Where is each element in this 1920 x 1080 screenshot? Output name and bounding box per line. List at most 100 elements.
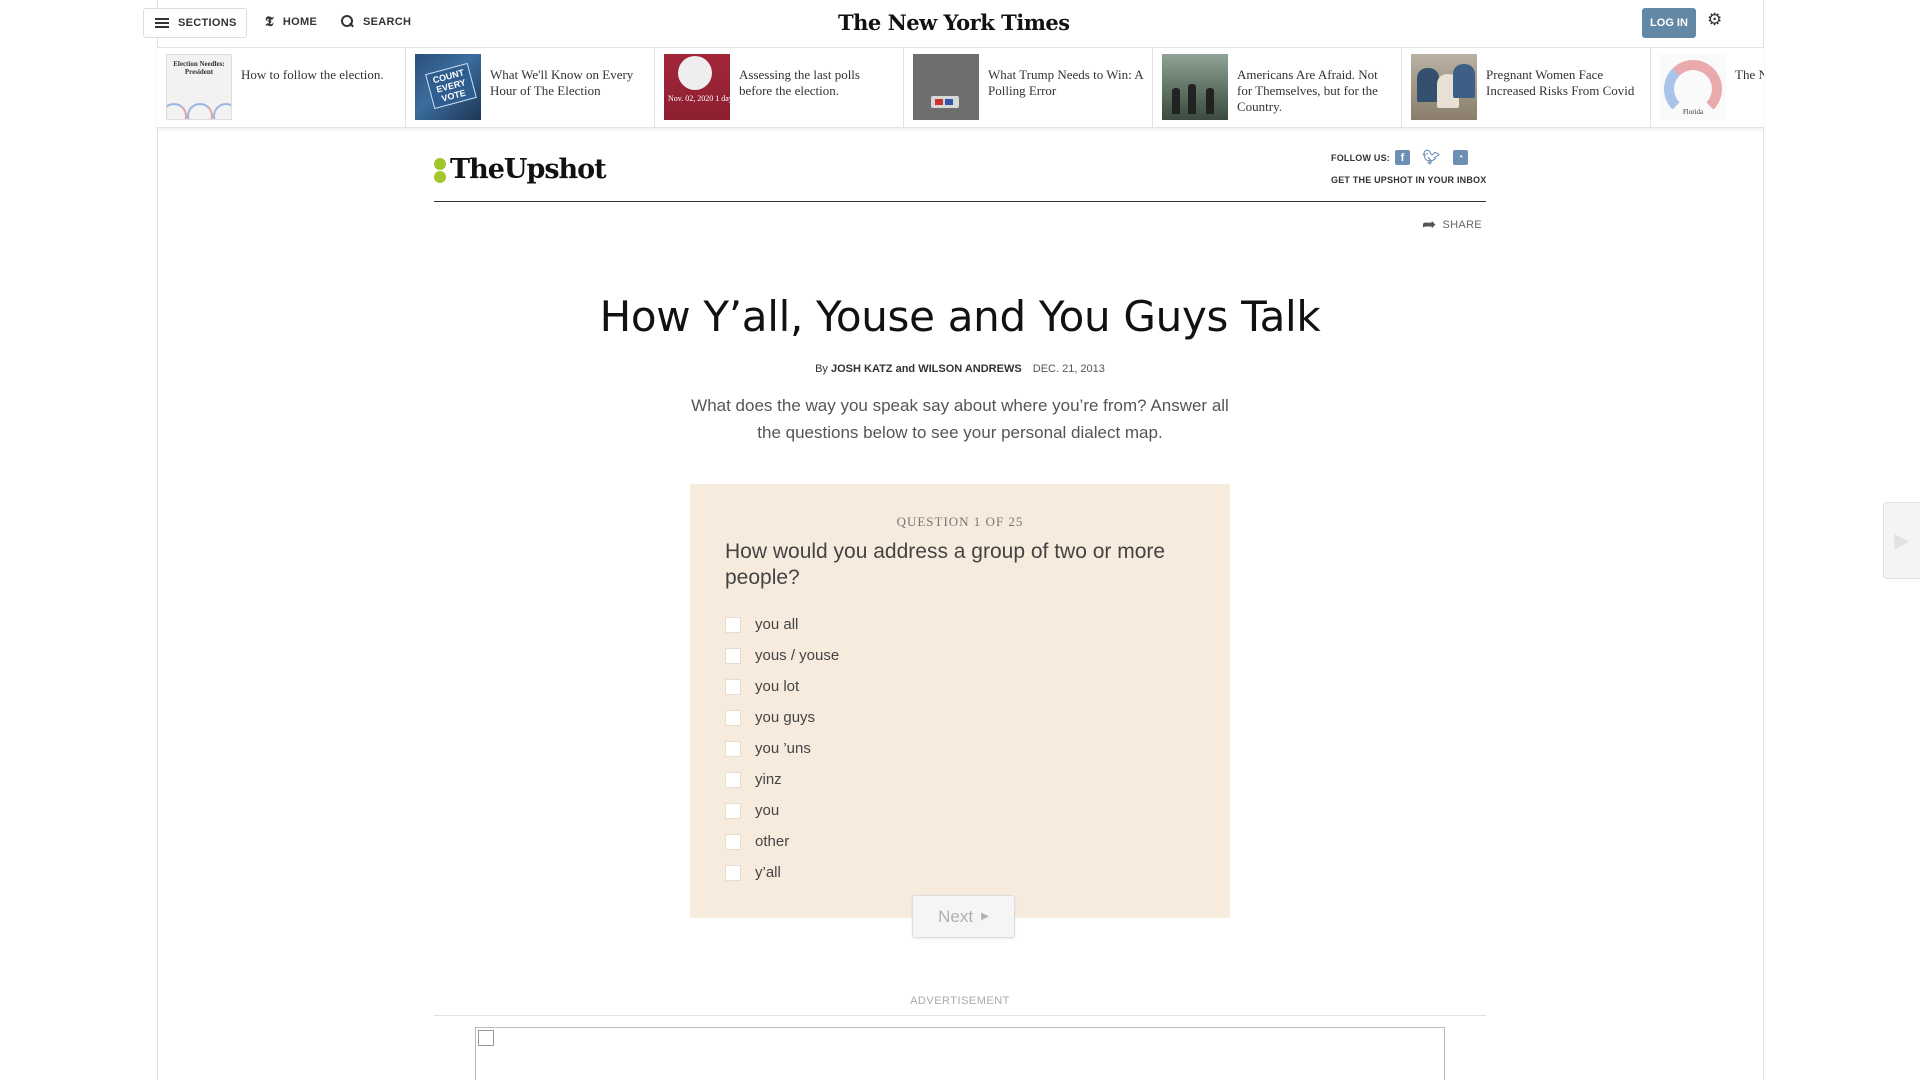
ribbon-headline: The NC E to Ex — [1735, 67, 1764, 82]
ribbon-thumbnail: Nov. 02, 2020 1 day to Election — [664, 54, 730, 120]
rss-icon[interactable]: ◔ — [1453, 150, 1468, 165]
nyt-t-icon: 𝕿 — [265, 14, 274, 30]
checkbox[interactable] — [725, 678, 741, 695]
ribbon-item[interactable]: What Trump Needs to Win: A Polling Error — [904, 48, 1153, 127]
thumbnail-caption: Nov. 02, 2020 1 day to Election — [668, 94, 730, 103]
follow-label: FOLLOW US: — [1331, 152, 1390, 163]
sections-button[interactable]: SECTIONS — [143, 8, 247, 38]
answer-label: you guys — [755, 709, 816, 726]
next-label: Next — [938, 906, 974, 926]
answer-option[interactable]: you ’uns — [725, 733, 839, 764]
next-article-tab[interactable]: ▶ — [1883, 502, 1920, 579]
checkbox[interactable] — [725, 709, 741, 726]
checkbox[interactable] — [725, 771, 741, 788]
twitter-icon[interactable]: 🐦︎ — [1423, 149, 1441, 165]
story-ribbon: Election Needles: President How to follo… — [157, 47, 1764, 128]
answer-option[interactable]: you — [725, 795, 839, 826]
ribbon-item[interactable]: COUNT EVERY VOTE What We'll Know on Ever… — [406, 48, 655, 127]
upshot-wordmark: TheUpshot — [450, 154, 607, 185]
answer-label: you ’uns — [755, 740, 811, 757]
question-text: How would you address a group of two or … — [725, 540, 1166, 589]
newsletter-link[interactable]: GET THE UPSHOT IN YOUR INBOX — [1331, 175, 1486, 185]
search-link[interactable]: SEARCH — [341, 15, 411, 28]
answer-option[interactable]: other — [725, 826, 839, 857]
broken-image-icon — [478, 1030, 494, 1046]
byline-and: and — [895, 363, 916, 375]
header-divider — [434, 201, 1486, 202]
ribbon-item[interactable]: Pregnant Women Face Increased Risks From… — [1402, 48, 1651, 127]
search-label: SEARCH — [363, 15, 412, 28]
hamburger-icon — [155, 18, 169, 28]
ribbon-headline: Pregnant Women Face Increased Risks From… — [1486, 67, 1635, 98]
share-button[interactable]: ➦ SHARE — [1422, 216, 1482, 233]
ribbon-item[interactable]: Nov. 02, 2020 1 day to Election Assessin… — [655, 48, 904, 127]
ribbon-thumbnail: Florida — [1660, 54, 1726, 120]
publish-date: DEC. 21, 2013 — [1032, 363, 1105, 375]
ribbon-item[interactable]: Florida The NC E to Ex — [1651, 48, 1764, 127]
ribbon-headline: Americans Are Afraid. Not for Themselves… — [1237, 67, 1378, 114]
ribbon-thumbnail: Election Needles: President — [166, 54, 232, 120]
answer-option[interactable]: yous / youse — [725, 640, 839, 671]
ribbon-headline: Assessing the last polls before the elec… — [739, 67, 860, 98]
next-button[interactable]: Next ▶ — [912, 895, 1015, 938]
follow-us: FOLLOW US: f 🐦︎ ◔ — [1331, 149, 1482, 165]
answer-option[interactable]: you guys — [725, 702, 839, 733]
thumbnail-caption: Election Needles: President — [173, 60, 225, 76]
facebook-icon[interactable]: f — [1395, 150, 1410, 165]
ribbon-thumbnail — [1411, 54, 1477, 120]
answer-label: you all — [755, 616, 799, 633]
upshot-dots-icon — [434, 156, 446, 184]
home-label: HOME — [282, 16, 318, 28]
advertisement-label: ADVERTISEMENT — [910, 995, 1010, 1007]
article-headline: How Y’all, Youse and You Guys Talk — [599, 292, 1321, 341]
nyt-logo[interactable]: The New York Times — [838, 10, 1070, 35]
answer-label: yous / youse — [755, 647, 840, 664]
checkbox[interactable] — [725, 864, 741, 881]
article-summary: What does the way you speak say about wh… — [691, 396, 1229, 442]
ribbon-thumbnail: COUNT EVERY VOTE — [415, 54, 481, 120]
share-arrow-icon: ➦ — [1422, 215, 1437, 234]
masthead: SECTIONS 𝕿 HOME SEARCH The New York Time… — [0, 0, 1920, 47]
quiz-card: QUESTION 1 OF 25 How would you address a… — [690, 484, 1230, 918]
answer-option[interactable]: you all — [725, 609, 839, 640]
advertisement-divider — [434, 1015, 1486, 1016]
search-icon — [341, 15, 354, 28]
checkbox[interactable] — [725, 833, 741, 850]
share-label: SHARE — [1442, 218, 1482, 231]
login-button[interactable]: LOG IN — [1642, 8, 1696, 38]
answer-label: you — [755, 802, 780, 819]
answer-option[interactable]: y’all — [725, 857, 839, 888]
byline: By JOSH KATZ and WILSON ANDREWS DEC. 21,… — [434, 363, 1486, 375]
arrow-right-icon: ▶ — [1894, 530, 1910, 552]
ribbon-thumbnail — [1162, 54, 1228, 120]
answer-option[interactable]: yinz — [725, 764, 839, 795]
answer-label: you lot — [755, 678, 800, 695]
home-link[interactable]: 𝕿 HOME — [265, 15, 317, 29]
gear-icon[interactable]: ⚙ — [1707, 11, 1722, 28]
answer-options: you all yous / youse you lot you guys yo… — [725, 609, 839, 888]
checkbox[interactable] — [725, 647, 741, 664]
sections-label: SECTIONS — [178, 17, 237, 29]
author-link[interactable]: WILSON ANDREWS — [918, 363, 1021, 375]
ribbon-headline: How to follow the election. — [241, 67, 384, 82]
answer-label: yinz — [755, 771, 782, 788]
answer-option[interactable]: you lot — [725, 671, 839, 702]
advertisement-slot[interactable] — [475, 1027, 1445, 1080]
byline-prefix: By — [815, 363, 828, 375]
checkbox[interactable] — [725, 740, 741, 757]
ribbon-headline: What We'll Know on Every Hour of The Ele… — [490, 67, 634, 98]
ribbon-headline: What Trump Needs to Win: A Polling Error — [988, 67, 1143, 98]
upshot-logo[interactable]: TheUpshot — [434, 154, 607, 185]
answer-label: y’all — [755, 864, 781, 881]
ribbon-thumbnail — [913, 54, 979, 120]
question-counter: QUESTION 1 OF 25 — [896, 514, 1024, 529]
ribbon-item[interactable]: Election Needles: President How to follo… — [157, 48, 406, 127]
checkbox[interactable] — [725, 616, 741, 633]
author-link[interactable]: JOSH KATZ — [831, 363, 893, 375]
caret-right-icon: ▶ — [981, 911, 989, 922]
thumbnail-caption: Florida — [1682, 108, 1704, 116]
checkbox[interactable] — [725, 802, 741, 819]
ribbon-item[interactable]: Americans Are Afraid. Not for Themselves… — [1153, 48, 1402, 127]
answer-label: other — [755, 833, 790, 850]
thumbnail-caption: COUNT EVERY VOTE — [425, 62, 477, 110]
